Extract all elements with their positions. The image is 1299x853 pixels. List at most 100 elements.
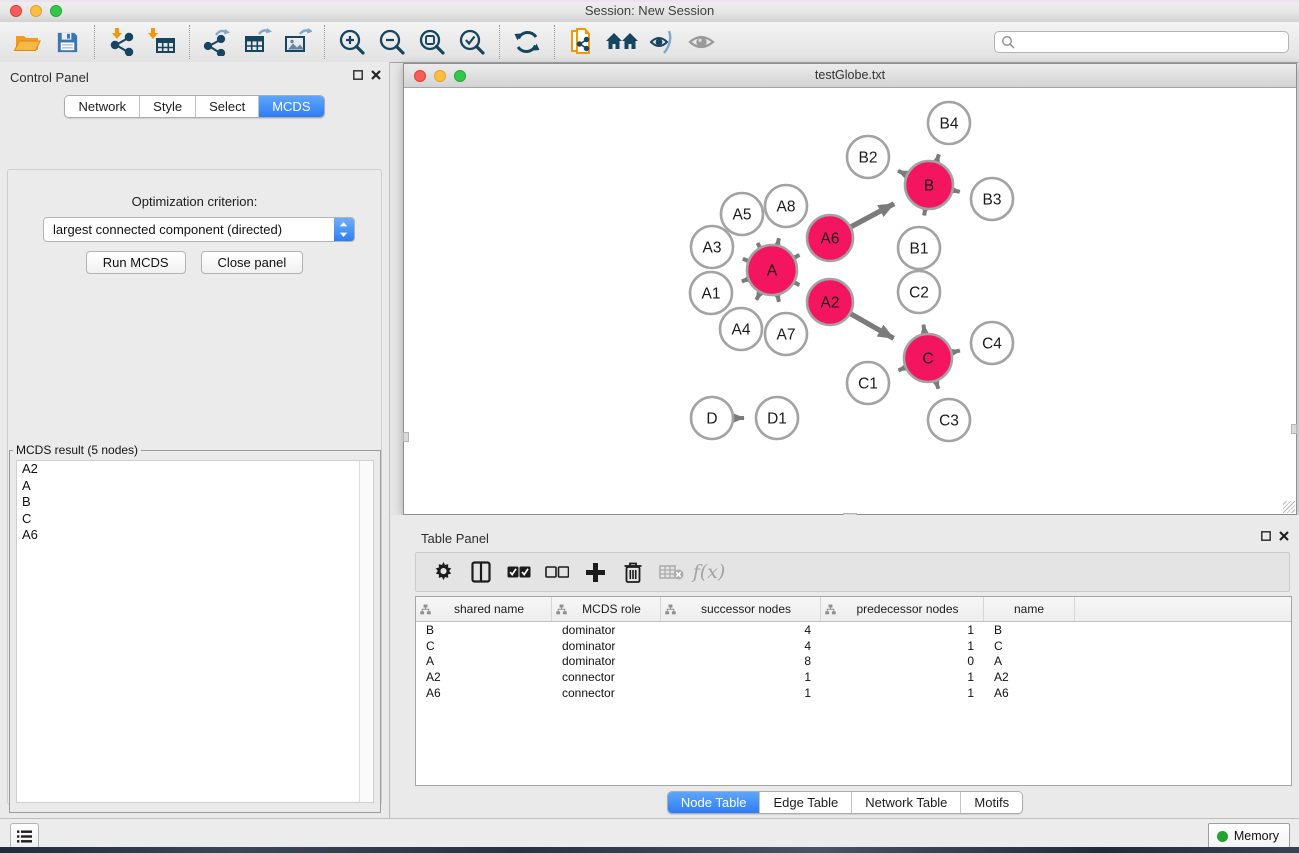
import-network-button[interactable]	[102, 26, 142, 58]
show-all-button[interactable]	[682, 26, 722, 58]
float-panel-icon[interactable]	[353, 70, 363, 80]
select-all-button[interactable]	[500, 557, 538, 587]
graph-node-A4[interactable]: A4	[720, 308, 762, 350]
graph-node-B1[interactable]: B1	[898, 227, 940, 269]
graph-edge-A-A6[interactable]	[795, 255, 800, 258]
graph-node-A8[interactable]: A8	[765, 185, 807, 227]
graph-edge-C-C4[interactable]	[952, 351, 960, 353]
graph-node-A[interactable]: A	[747, 245, 797, 295]
node-table[interactable]: shared nameMCDS rolesuccessor nodesprede…	[415, 596, 1292, 786]
refresh-button[interactable]	[507, 26, 547, 58]
graph-node-C3[interactable]: C3	[928, 399, 970, 441]
toggle-column-button[interactable]	[462, 557, 500, 587]
graph-edge-A2-C[interactable]	[851, 314, 894, 338]
first-neighbors-button[interactable]	[602, 26, 642, 58]
column-header-predecessor-nodes[interactable]: predecessor nodes	[821, 597, 984, 621]
add-column-button[interactable]	[576, 557, 614, 587]
table-row-c[interactable]: Cdominator41C	[416, 638, 1291, 654]
table-row-b[interactable]: Bdominator41B	[416, 622, 1291, 638]
table-tab-edge-table[interactable]: Edge Table	[759, 792, 851, 813]
export-network-button[interactable]	[197, 26, 237, 58]
left-resize-grip[interactable]	[403, 432, 409, 442]
graph-edge-A-A8[interactable]	[778, 238, 779, 244]
mcds-result-list[interactable]: A2ABCA6	[16, 460, 374, 803]
table-float-panel-icon[interactable]	[1261, 531, 1271, 541]
graph-node-A2[interactable]: A2	[807, 279, 853, 325]
graph-node-B2[interactable]: B2	[847, 136, 889, 178]
zoom-selected-button[interactable]	[452, 26, 492, 58]
graph-edge-C-C3[interactable]	[936, 382, 938, 389]
result-item-a6[interactable]: A6	[17, 527, 373, 544]
graph-node-B4[interactable]: B4	[928, 102, 970, 144]
function-builder-button[interactable]: f(x)	[690, 557, 728, 587]
search-field[interactable]	[994, 31, 1289, 53]
criterion-select[interactable]: largest connected component (directed)	[43, 217, 355, 242]
result-item-a2[interactable]: A2	[17, 461, 373, 478]
graph-node-B3[interactable]: B3	[971, 178, 1013, 220]
delete-table-button[interactable]	[652, 557, 690, 587]
table-tab-node-table[interactable]: Node Table	[668, 792, 760, 813]
table-row-a6[interactable]: A6connector11A6	[416, 685, 1291, 701]
deselect-all-button[interactable]	[538, 557, 576, 587]
result-item-b[interactable]: B	[17, 494, 373, 511]
graph-node-B[interactable]: B	[905, 161, 953, 209]
delete-column-button[interactable]	[614, 557, 652, 587]
graph-edge-C-C1[interactable]	[898, 368, 904, 371]
graph-edge-A-A1[interactable]	[742, 279, 748, 281]
clone-network-button[interactable]	[562, 26, 602, 58]
panel-menu-button[interactable]	[10, 823, 39, 849]
graph-node-A5[interactable]: A5	[721, 193, 763, 235]
close-panel-icon[interactable]	[371, 70, 381, 80]
right-resize-grip[interactable]	[1291, 424, 1297, 434]
graph-edge-A-A4[interactable]	[756, 293, 760, 300]
graph-edge-A-A5[interactable]	[758, 243, 760, 247]
column-header-successor-nodes[interactable]: successor nodes	[661, 597, 821, 621]
zoom-fit-button[interactable]	[412, 26, 452, 58]
save-session-button[interactable]	[47, 26, 87, 58]
column-header-mcds-role[interactable]: MCDS role	[552, 597, 661, 621]
graph-node-C4[interactable]: C4	[971, 322, 1013, 364]
zoom-out-button[interactable]	[372, 26, 412, 58]
graph-node-D1[interactable]: D1	[756, 397, 798, 439]
column-header-shared-name[interactable]: shared name	[416, 597, 552, 621]
hide-selected-button[interactable]	[642, 26, 682, 58]
graph-edge-B-B1[interactable]	[924, 210, 925, 216]
table-row-a[interactable]: Adominator80A	[416, 654, 1291, 670]
table-tab-network-table[interactable]: Network Table	[851, 792, 960, 813]
zoom-in-button[interactable]	[332, 26, 372, 58]
table-settings-button[interactable]	[424, 557, 462, 587]
graph-edge-C-C2[interactable]	[923, 325, 924, 334]
open-session-button[interactable]	[7, 26, 47, 58]
graph-node-A6[interactable]: A6	[807, 215, 853, 261]
result-scrollbar[interactable]	[359, 461, 373, 802]
table-close-panel-icon[interactable]	[1279, 531, 1289, 541]
graph-node-C1[interactable]: C1	[847, 362, 889, 404]
graph-node-A1[interactable]: A1	[690, 272, 732, 314]
export-table-button[interactable]	[237, 26, 277, 58]
run-mcds-button[interactable]: Run MCDS	[86, 251, 186, 274]
graph-node-C2[interactable]: C2	[898, 271, 940, 313]
tab-style[interactable]: Style	[139, 96, 195, 117]
memory-button[interactable]: Memory	[1208, 823, 1290, 849]
table-row-a2[interactable]: A2connector11A2	[416, 669, 1291, 685]
table-tab-motifs[interactable]: Motifs	[960, 792, 1022, 813]
graph-edge-A6-B[interactable]	[851, 204, 894, 227]
graph-edge-A-A3[interactable]	[743, 259, 748, 261]
result-item-a[interactable]: A	[17, 478, 373, 495]
graph-node-D[interactable]: D	[691, 397, 733, 439]
tab-select[interactable]: Select	[195, 96, 258, 117]
graph-edge-A-A2[interactable]	[795, 283, 800, 286]
network-window-titlebar[interactable]: testGlobe.txt	[404, 64, 1296, 88]
graph-edge-B-B3[interactable]	[953, 190, 959, 191]
corner-resize-grip[interactable]	[1283, 501, 1295, 513]
search-input[interactable]	[1019, 34, 1288, 50]
result-item-c[interactable]: C	[17, 511, 373, 528]
graph-edge-B-B4[interactable]	[937, 154, 939, 161]
import-table-button[interactable]	[142, 26, 182, 58]
network-canvas[interactable]: AA1A2A3A4A5A6A7A8BB1B2B3B4CC1C2C3C4DD1	[404, 88, 1296, 514]
export-image-button[interactable]	[277, 26, 317, 58]
graph-node-A3[interactable]: A3	[691, 226, 733, 268]
graph-node-C[interactable]: C	[904, 334, 952, 382]
network-graph[interactable]: AA1A2A3A4A5A6A7A8BB1B2B3B4CC1C2C3C4DD1	[404, 88, 1296, 514]
close-panel-button[interactable]: Close panel	[201, 251, 304, 274]
